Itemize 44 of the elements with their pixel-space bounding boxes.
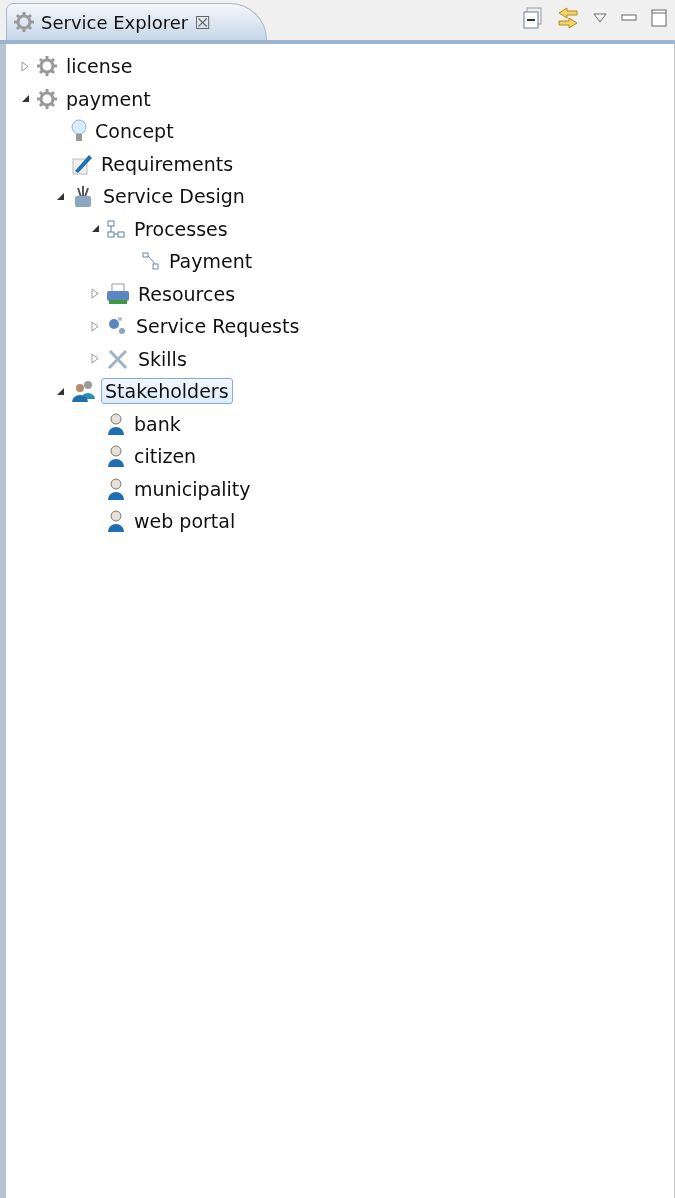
gear-icon (36, 87, 58, 110)
tree-item[interactable]: Concept (91, 118, 178, 145)
tree-item[interactable]: Service Requests (132, 313, 304, 340)
printer-icon (106, 282, 130, 305)
process-icon (106, 218, 126, 239)
tree-item[interactable]: Stakeholders (101, 378, 233, 405)
collapsed-arrow-icon[interactable] (21, 60, 29, 72)
tree-item[interactable]: payment (62, 85, 155, 112)
gear-icon (36, 55, 58, 78)
view-tab[interactable]: Service Explorer ☒ (6, 3, 268, 40)
light-bulb-icon (71, 119, 87, 144)
flow-icon (141, 251, 161, 272)
collapsed-arrow-icon[interactable] (91, 288, 99, 300)
person-icon (106, 476, 126, 501)
tree-item[interactable]: Requirements (97, 150, 238, 177)
maximize-icon[interactable] (651, 9, 667, 27)
person-icon (106, 509, 126, 534)
person-icon (106, 444, 126, 469)
expanded-arrow-icon[interactable] (20, 94, 30, 104)
view-title: Service Explorer (41, 11, 189, 33)
tree-item[interactable]: Skills (134, 345, 191, 372)
tree-item[interactable]: license (62, 53, 137, 80)
minimize-icon[interactable] (621, 14, 637, 22)
tree-item[interactable]: Payment (165, 248, 257, 275)
collapse-all-icon[interactable] (523, 7, 543, 29)
view-menu-icon[interactable] (593, 13, 607, 23)
person-icon (106, 411, 126, 436)
expanded-arrow-icon[interactable] (55, 386, 65, 396)
tree-item[interactable]: municipality (130, 475, 255, 502)
collapsed-arrow-icon[interactable] (91, 353, 99, 365)
expanded-arrow-icon[interactable] (55, 191, 65, 201)
gear-icon (13, 11, 35, 33)
tree-item[interactable]: bank (130, 410, 185, 437)
tree-item[interactable]: Resources (134, 280, 240, 307)
tree-item[interactable]: Processes (130, 215, 232, 242)
pencil-icon (71, 152, 93, 175)
tree-item[interactable]: web portal (130, 508, 240, 535)
tree-item[interactable]: citizen (130, 443, 201, 470)
people-icon (71, 379, 97, 404)
link-arrows-icon[interactable] (557, 6, 579, 30)
expanded-arrow-icon[interactable] (90, 224, 100, 234)
close-button[interactable]: ☒ (194, 11, 211, 33)
tree-item[interactable]: Service Design (99, 183, 249, 210)
collapsed-arrow-icon[interactable] (91, 320, 99, 332)
